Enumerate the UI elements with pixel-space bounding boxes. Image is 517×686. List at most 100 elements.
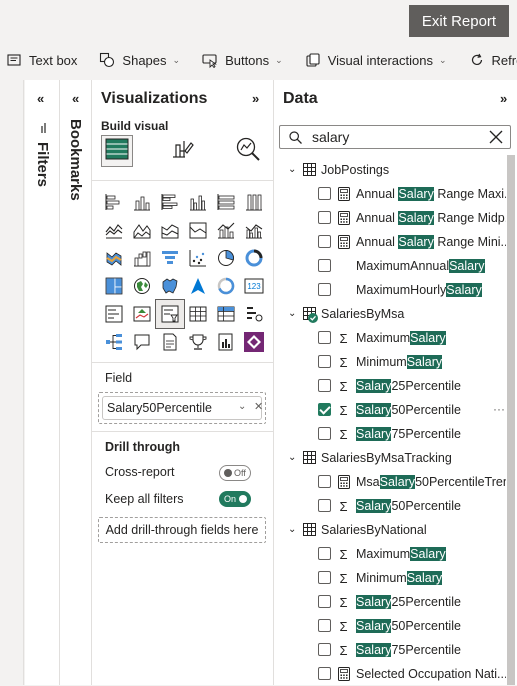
format-visual-tab[interactable] [167,135,199,167]
field-checkbox[interactable] [318,643,331,656]
stacked-area-chart-icon[interactable] [156,216,184,244]
field-checkbox[interactable] [318,211,331,224]
line-stacked-column-icon[interactable] [212,216,240,244]
field-checkbox[interactable] [318,595,331,608]
card-icon[interactable]: 123 [240,272,268,300]
filled-map-icon[interactable] [156,272,184,300]
table-node[interactable]: ⌄ JobPostings [274,158,506,182]
matrix-icon[interactable] [212,300,240,328]
decomposition-tree-icon[interactable] [100,328,128,356]
field-checkbox[interactable] [318,331,331,344]
exit-report-button[interactable]: Exit Report [409,5,509,37]
field-row[interactable]: Annual Salary Range Maxi... [274,182,506,206]
r-visual-icon[interactable] [240,300,268,328]
100-percent-area-chart-icon[interactable] [184,216,212,244]
field-checkbox[interactable] [318,571,331,584]
buttons-button[interactable]: Buttons ⌄ [196,46,289,74]
expand-data-icon[interactable]: » [500,91,507,106]
field-row[interactable]: Σ Salary25Percentile [274,374,506,398]
expand-visualizations-icon[interactable]: » [252,91,259,106]
shapes-button[interactable]: Shapes ⌄ [93,46,186,74]
qa-icon[interactable] [128,328,156,356]
field-checkbox[interactable] [318,379,331,392]
refresh-button[interactable]: Refresh [463,46,517,74]
field-checkbox[interactable] [318,403,331,416]
remove-field-icon[interactable]: ✕ [254,400,263,413]
analytics-tab[interactable] [232,135,264,167]
power-apps-icon[interactable] [240,328,268,356]
map-icon[interactable] [128,272,156,300]
ribbon-chart-icon[interactable] [100,244,128,272]
field-checkbox[interactable] [318,259,331,272]
field-checkbox[interactable] [318,499,331,512]
table-node[interactable]: ⌄ SalariesByMsa [274,302,506,326]
collapse-filters-icon[interactable]: « [37,91,44,106]
collapse-bookmarks-icon[interactable]: « [72,91,79,106]
donut-chart-icon[interactable] [240,244,268,272]
key-influencers-icon[interactable] [184,328,212,356]
chevron-down-icon[interactable]: ⌄ [288,452,296,463]
field-checkbox[interactable] [318,283,331,296]
area-chart-icon[interactable] [128,216,156,244]
field-checkbox[interactable] [318,235,331,248]
field-row[interactable]: Selected Occupation Nati... [274,662,506,686]
field-checkbox[interactable] [318,427,331,440]
gauge-icon[interactable] [212,272,240,300]
chevron-down-icon[interactable]: ⌄ [288,524,296,535]
field-row[interactable]: Σ Salary75Percentile [274,638,506,662]
chevron-down-icon[interactable]: ⌄ [288,308,296,319]
field-row[interactable]: Σ MinimumSalary [274,350,506,374]
field-well[interactable]: Salary50Percentile ⌄ ✕ [98,392,266,424]
kpi-icon[interactable] [128,300,156,328]
field-row[interactable]: MsaSalary50PercentileTrend [274,470,506,494]
azure-map-icon[interactable] [184,272,212,300]
table-node[interactable]: ⌄ SalariesByMsaTracking [274,446,506,470]
field-row[interactable]: MaximumHourlySalary [274,278,506,302]
chevron-down-icon[interactable]: ⌄ [288,164,296,175]
filters-pane[interactable]: « Filters [25,80,60,685]
field-row[interactable]: Σ Salary50Percentile [274,494,506,518]
100-percent-column-chart-icon[interactable] [240,188,268,216]
scatter-chart-icon[interactable] [184,244,212,272]
table-node[interactable]: ⌄ SalariesByNational [274,518,506,542]
field-row[interactable]: Σ MaximumSalary [274,542,506,566]
field-checkbox[interactable] [318,187,331,200]
field-row[interactable]: Σ MaximumSalary [274,326,506,350]
table-icon[interactable] [184,300,212,328]
build-visual-tab[interactable] [101,135,133,167]
waterfall-chart-icon[interactable] [128,244,156,272]
100-percent-bar-chart-icon[interactable] [212,188,240,216]
clustered-column-chart-icon[interactable] [184,188,212,216]
field-row[interactable]: Σ Salary25Percentile [274,590,506,614]
chevron-down-icon[interactable]: ⌄ [238,401,246,412]
bookmarks-pane[interactable]: « Bookmarks [60,80,92,685]
field-row[interactable]: Σ Salary50Percentile [274,614,506,638]
field-row[interactable]: Σ Salary50Percentile ··· [274,398,506,422]
more-options-icon[interactable]: ··· [493,402,505,416]
slicer-icon[interactable] [155,299,185,329]
keep-filters-toggle[interactable]: On [219,491,251,507]
smart-narrative-icon[interactable] [156,328,184,356]
field-row[interactable]: Annual Salary Range Mini... [274,230,506,254]
funnel-chart-icon[interactable] [156,244,184,272]
search-input[interactable] [312,128,477,146]
drill-through-well[interactable]: Add drill-through fields here [98,517,266,543]
stacked-bar-chart-icon[interactable] [100,188,128,216]
treemap-icon[interactable] [100,272,128,300]
search-box[interactable] [279,125,511,149]
text-box-button[interactable]: Text box [0,46,83,74]
visual-interactions-button[interactable]: Visual interactions ⌄ [299,46,453,74]
field-row[interactable]: Annual Salary Range Midp... [274,206,506,230]
line-chart-icon[interactable] [100,216,128,244]
field-checkbox[interactable] [318,667,331,680]
field-row[interactable]: Σ Salary75Percentile [274,422,506,446]
field-row[interactable]: MaximumAnnualSalary [274,254,506,278]
field-checkbox[interactable] [318,475,331,488]
pie-chart-icon[interactable] [212,244,240,272]
clustered-bar-chart-icon[interactable] [156,188,184,216]
field-checkbox[interactable] [318,547,331,560]
field-row[interactable]: Σ MinimumSalary [274,566,506,590]
cross-report-toggle[interactable]: Off [219,465,251,481]
clear-search-icon[interactable] [489,130,503,149]
paginated-report-icon[interactable] [212,328,240,356]
